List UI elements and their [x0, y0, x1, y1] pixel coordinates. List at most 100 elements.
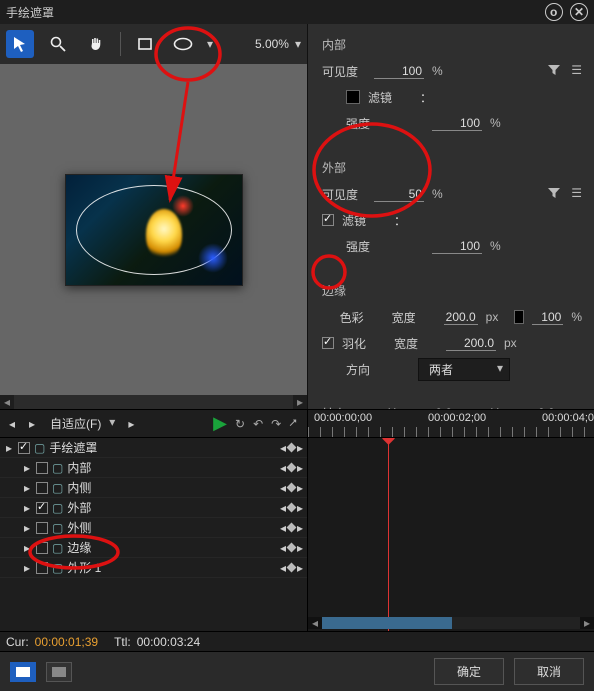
track-name: 边缘	[67, 539, 276, 556]
inner-strength-field[interactable]: 100	[432, 116, 482, 131]
edge-color-swatch[interactable]	[514, 310, 523, 324]
edge-color-label: 色彩	[340, 309, 384, 326]
expand-icon[interactable]: ▸	[22, 521, 32, 535]
fit-select[interactable]: 自适应(F)	[44, 413, 119, 434]
loop-icon[interactable]: ↻	[235, 417, 245, 431]
keyframe-nav[interactable]: ◂ ▸	[280, 561, 303, 575]
outer-visibility-field[interactable]: 50	[374, 187, 424, 202]
preview-glow-blue	[198, 243, 228, 273]
cancel-button[interactable]: 取消	[514, 658, 584, 685]
ellipse-mask-tool[interactable]	[169, 30, 197, 58]
inner-filter-swatch[interactable]	[346, 90, 360, 104]
keyframe-diamond-icon[interactable]	[287, 503, 297, 513]
play-icon[interactable]: ▶	[213, 413, 227, 434]
outer-strength-field[interactable]: 100	[432, 239, 482, 254]
keyframe-diamond-icon[interactable]	[287, 443, 297, 453]
timeline-ruler[interactable]: 00:00:00;00 00:00:02;00 00:00:04;0	[308, 410, 594, 437]
preview-glow-red	[172, 195, 194, 217]
view-dual-icon[interactable]	[46, 662, 72, 682]
track-row[interactable]: ▸▢外侧◂ ▸	[0, 518, 307, 538]
keyframe-diamond-icon[interactable]	[287, 563, 297, 573]
keyframe-diamond-icon[interactable]	[287, 543, 297, 553]
close-icon[interactable]: ✕	[570, 3, 588, 21]
canvas-hscroll[interactable]: ◂ ▸	[0, 395, 307, 409]
filter-icon[interactable]	[547, 186, 561, 203]
keyframe-diamond-icon[interactable]	[287, 523, 297, 533]
list-icon[interactable]: ☰	[571, 63, 582, 80]
track-visibility-checkbox[interactable]	[36, 562, 48, 574]
track-row[interactable]: ▸▢外形 1◂ ▸	[0, 558, 307, 578]
ok-button[interactable]: 确定	[434, 658, 504, 685]
expand-icon[interactable]: ▸	[22, 481, 32, 495]
help-icon[interactable]: o	[545, 3, 563, 21]
redo-icon[interactable]: ↷	[271, 417, 281, 431]
edge-width-label2: 宽度	[394, 335, 438, 352]
track-visibility-checkbox[interactable]	[36, 542, 48, 554]
undo-icon[interactable]: ↶	[253, 417, 263, 431]
scroll-left-icon[interactable]: ◂	[308, 617, 322, 629]
track-row[interactable]: ▸▢内部◂ ▸	[0, 458, 307, 478]
track-row[interactable]: ▸▢内侧◂ ▸	[0, 478, 307, 498]
scroll-track[interactable]	[14, 395, 293, 409]
outer-filter-label: 滤镜	[342, 212, 386, 229]
keyframe-nav[interactable]: ◂ ▸	[280, 441, 303, 455]
track-area[interactable]	[308, 438, 594, 631]
outer-filter-checkbox[interactable]	[322, 214, 334, 226]
track-visibility-checkbox[interactable]	[36, 522, 48, 534]
edge-direction-value: 两者	[429, 363, 453, 377]
scroll-track[interactable]	[322, 617, 580, 629]
timeline-hscroll[interactable]: ◂ ▸	[308, 617, 594, 629]
select-tool[interactable]	[6, 30, 34, 58]
view-single-icon[interactable]	[10, 662, 36, 682]
track-visibility-checkbox[interactable]	[36, 482, 48, 494]
zoom-caret-icon[interactable]: ▾	[295, 37, 301, 51]
keyframe-nav[interactable]: ◂ ▸	[280, 481, 303, 495]
time-label-2: 00:00:02;00	[428, 412, 486, 424]
playhead[interactable]	[388, 438, 389, 631]
mask-canvas[interactable]	[0, 64, 307, 395]
prev-frame-icon[interactable]: ◂	[4, 416, 20, 432]
scroll-right-icon[interactable]: ▸	[580, 617, 594, 629]
graph-icon[interactable]: ⭧	[289, 416, 297, 431]
filter-icon[interactable]	[547, 63, 561, 80]
inner-visibility-field[interactable]: 100	[374, 64, 424, 79]
next-frame-icon[interactable]: ▸	[24, 416, 40, 432]
keyframe-nav[interactable]: ◂ ▸	[280, 501, 303, 515]
zoom-tool[interactable]	[44, 30, 72, 58]
pan-tool[interactable]	[82, 30, 110, 58]
keyframe-nav[interactable]: ◂ ▸	[280, 541, 303, 555]
layer-icon: ▢	[52, 501, 63, 515]
rectangle-mask-tool[interactable]	[131, 30, 159, 58]
zoom-control[interactable]: 5.00% ▾	[243, 37, 301, 51]
list-icon[interactable]: ☰	[571, 186, 582, 203]
expand-icon[interactable]: ▸	[22, 501, 32, 515]
zoom-value[interactable]: 5.00%	[243, 37, 291, 51]
tool-dropdown-caret[interactable]: ▾	[207, 37, 213, 51]
track-row[interactable]: ▸▢手绘遮罩◂ ▸	[0, 438, 307, 458]
section-inner-header: 内部	[322, 36, 582, 53]
keyframe-diamond-icon[interactable]	[287, 463, 297, 473]
expand-icon[interactable]: ▸	[22, 541, 32, 555]
edge-color-width-field[interactable]: 200.0	[444, 310, 478, 325]
cur-time: 00:00:01;39	[35, 635, 98, 649]
expand-icon[interactable]: ▸	[22, 461, 32, 475]
track-row[interactable]: ▸▢外部◂ ▸	[0, 498, 307, 518]
edge-feather-width-field[interactable]: 200.0	[446, 336, 496, 351]
edge-color-pct-field[interactable]: 100	[532, 310, 564, 325]
expand-icon[interactable]: ▸	[22, 561, 32, 575]
edge-direction-select[interactable]: 两者	[418, 358, 510, 381]
expand-icon[interactable]: ▸	[4, 441, 14, 455]
track-row[interactable]: ▸▢边缘◂ ▸	[0, 538, 307, 558]
keyframe-nav[interactable]: ◂ ▸	[280, 521, 303, 535]
track-name: 手绘遮罩	[49, 439, 276, 456]
track-visibility-checkbox[interactable]	[36, 462, 48, 474]
scroll-right-icon[interactable]: ▸	[293, 395, 307, 409]
scroll-thumb[interactable]	[322, 617, 452, 629]
track-visibility-checkbox[interactable]	[36, 502, 48, 514]
keyframe-nav[interactable]: ◂ ▸	[280, 461, 303, 475]
track-visibility-checkbox[interactable]	[18, 442, 30, 454]
scroll-left-icon[interactable]: ◂	[0, 395, 14, 409]
edge-feather-checkbox[interactable]	[322, 337, 334, 349]
keyframe-diamond-icon[interactable]	[287, 483, 297, 493]
next-icon[interactable]: ▸	[123, 416, 139, 432]
